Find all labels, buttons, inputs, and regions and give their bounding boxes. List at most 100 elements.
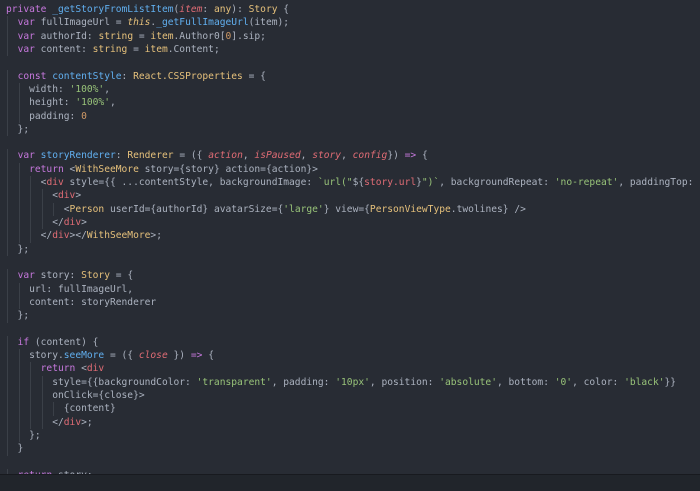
code-token: .Author0[ [173,30,226,42]
code-line[interactable]: </div>; [6,415,700,429]
code-line[interactable]: var authorId: string = item.Author0[0].s… [6,29,700,43]
code-token: { [277,4,290,15]
indent-guide [7,442,8,456]
indent-guide [18,389,20,403]
code-token: }; [6,123,30,135]
code-token: => [190,350,203,362]
code-token: < [6,203,70,215]
code-line[interactable]: content: storyRenderer [6,295,700,310]
code-token: var [17,17,41,29]
code-line[interactable]: ​ [6,456,700,469]
status-bar [0,474,700,491]
indent-guide [18,202,20,216]
code-token: var [17,43,41,55]
code-line[interactable]: }; [6,242,700,256]
indent-guide [7,349,8,363]
code-token: .twolines} /> [450,203,526,215]
code-token: Renderer [127,150,174,162]
code-token: close [138,350,168,362]
code-line[interactable]: }; [6,122,700,137]
code-area[interactable]: private _getStoryFromListItem(item: any)… [6,3,700,491]
code-token: '0' [554,376,573,388]
code-token: < [6,190,58,202]
code-line[interactable]: var storyRenderer: Renderer = ({ action,… [6,149,700,163]
code-token: seeMore [63,350,105,362]
indent-guide [7,375,8,390]
code-line[interactable]: ​ [6,256,700,269]
code-line[interactable]: ​ [6,56,700,69]
code-line[interactable]: } [6,442,700,456]
code-token: url: fullImageUrl, [6,283,134,295]
code-line[interactable]: <div style={{ ...contentStyle, backgroun… [6,176,700,190]
code-line[interactable]: {content} [6,402,700,416]
code-line[interactable]: var story: Story = { [6,269,700,283]
code-line[interactable]: <div> [6,189,700,203]
indent-guide [41,375,43,390]
code-token: , [109,97,116,109]
code-line[interactable]: <Person userId={authorId} avatarSize={'l… [6,202,700,216]
code-token: story={story} action={action}> [138,163,318,175]
code-token: var [17,270,41,282]
code-token: onClick={close}> [6,390,145,402]
indent-guide [7,42,8,57]
indent-guide [7,176,8,190]
code-line[interactable]: width: '100%', [6,82,700,97]
code-token: story.url [364,177,417,189]
code-token: content: storyRenderer [6,296,157,308]
code-line[interactable]: var content: string = item.Content; [6,42,700,57]
code-token: ></ [69,230,87,242]
code-line[interactable]: style={{backgroundColor: 'transparent', … [6,375,700,390]
code-line[interactable]: </div> [6,216,700,230]
code-token: = { [242,70,266,82]
code-token: '100%' [75,97,110,109]
code-line[interactable]: }; [6,309,700,323]
code-token: ")` [421,177,440,189]
indent-guide [18,295,20,310]
indent-guide [41,216,43,230]
code-line[interactable]: if (content) { [6,335,700,350]
indent-guide [18,189,20,203]
code-token: : [115,150,128,162]
code-token: item [179,4,203,15]
code-token: story. [6,350,64,362]
code-line[interactable]: return <div [6,362,700,376]
code-token: }; [6,243,30,255]
code-token: div [52,230,70,242]
code-line[interactable]: var fullImageUrl = this._getFullImageUrl… [6,16,700,30]
code-editor[interactable]: private _getStoryFromListItem(item: any)… [0,0,700,491]
code-token: , position: [369,376,440,388]
code-token: : [121,70,134,82]
code-line[interactable]: story.seeMore = ({ close }) => { [6,349,700,363]
code-token: , [341,150,353,162]
code-line[interactable]: </div></WithSeeMore>; [6,229,700,243]
code-line[interactable]: height: '100%', [6,96,700,110]
code-token: (content) { [34,336,99,348]
indent-guide [7,109,8,123]
indent-guide [30,189,32,203]
code-line[interactable]: onClick={close}> [6,389,700,403]
code-token: Person [69,203,105,215]
indent-guide [18,362,20,376]
code-token: width: [6,83,70,95]
code-token: div [86,363,105,375]
code-line[interactable]: private _getStoryFromListItem(item: any)… [6,3,700,16]
indent-guide [18,216,20,230]
code-line[interactable]: ​ [6,323,700,336]
code-token: = ({ [104,350,139,362]
code-token: {content} [6,403,116,415]
indent-guide [30,202,32,216]
indent-guide [7,295,8,310]
indent-guide [7,189,8,203]
code-token: </ [6,230,53,242]
code-token: > [81,217,87,228]
code-line[interactable]: url: fullImageUrl, [6,282,700,296]
code-token: , [300,150,313,162]
indent-guide [30,375,32,390]
code-line[interactable]: return <WithSeeMore story={story} action… [6,162,700,177]
code-line[interactable]: }; [6,429,700,443]
code-line[interactable]: padding: 0 [6,109,700,123]
code-token: 'transparent' [196,376,272,388]
code-line[interactable]: const contentStyle: React.CSSProperties … [6,69,700,83]
code-line[interactable]: ​ [6,136,700,149]
